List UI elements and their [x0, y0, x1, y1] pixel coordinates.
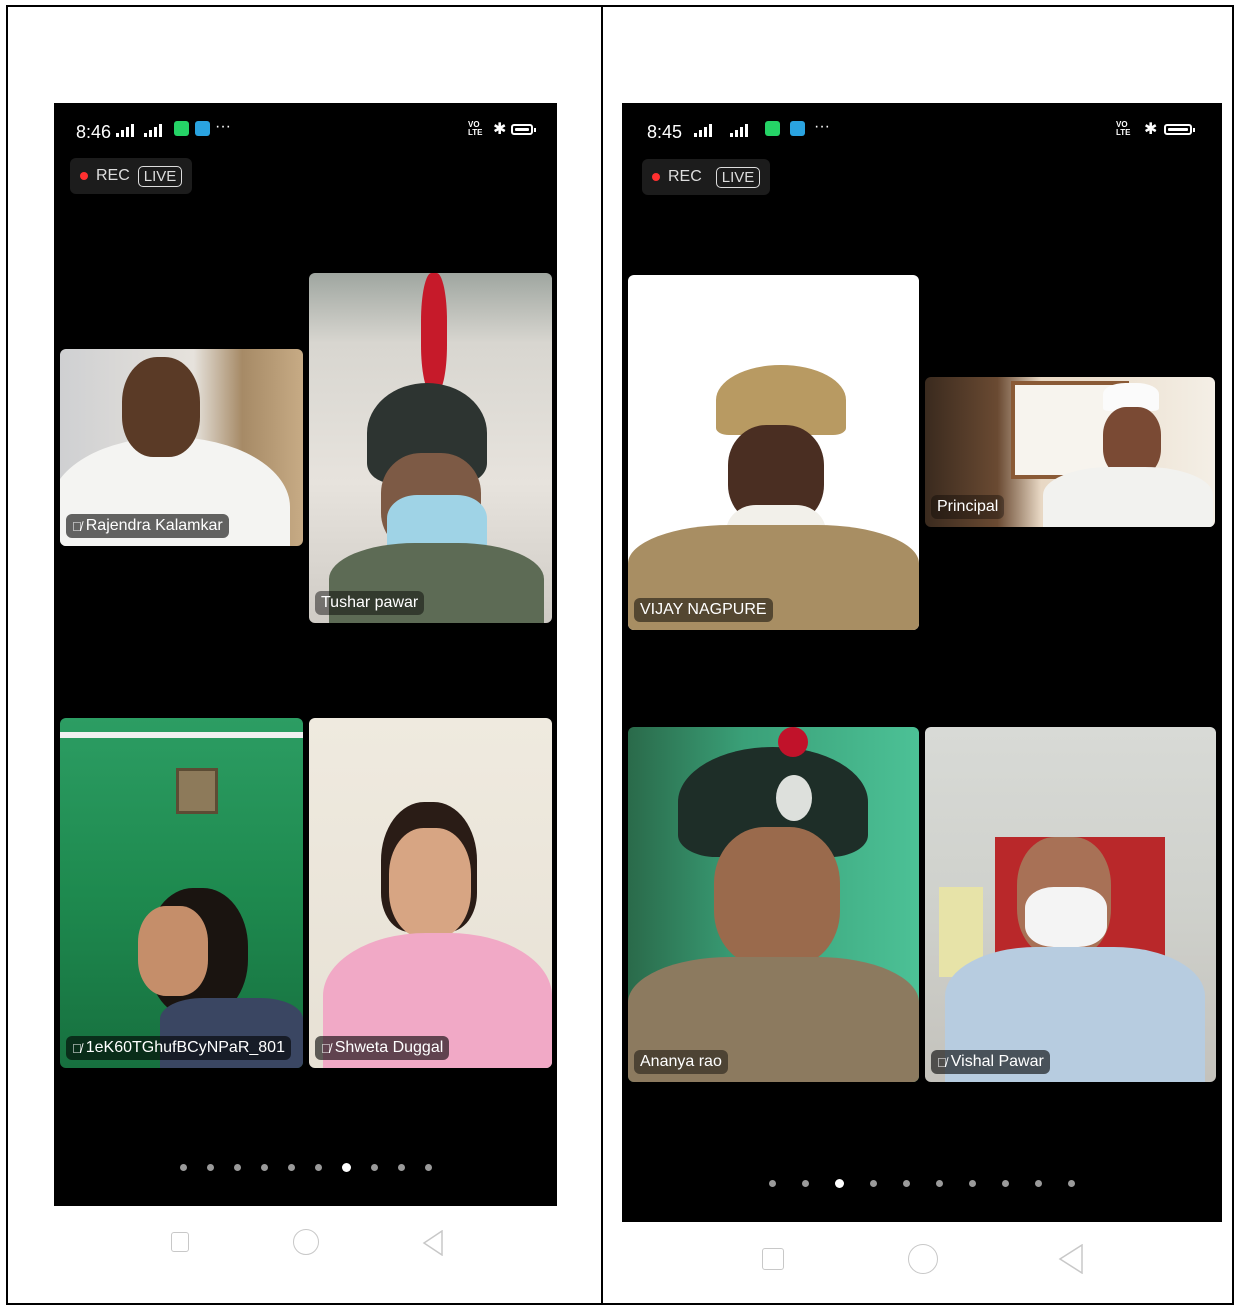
right-phone-screen: 8:45 ··· VO LTE ✱ REC LIVE VIJAY NAGPURE … — [622, 103, 1222, 1222]
participant-video — [778, 727, 808, 757]
participant-name: Shweta Duggal — [334, 1039, 444, 1056]
signal-icon — [116, 123, 134, 137]
participant-video — [1025, 887, 1107, 947]
page-dot[interactable] — [769, 1180, 776, 1187]
participant-name-tag: 🎙̸ Rajendra Kalamkar — [66, 514, 229, 538]
page-indicator[interactable] — [54, 1163, 557, 1172]
video-tile[interactable]: 🎙̸ 1eK60TGhufBCyNPaR_801 — [60, 718, 303, 1068]
participant-name: Rajendra Kalamkar — [85, 517, 223, 534]
participant-name: Tushar pawar — [321, 594, 419, 611]
page-dot[interactable] — [1068, 1180, 1075, 1187]
page-dot[interactable] — [936, 1180, 943, 1187]
participant-video — [176, 768, 218, 814]
participant-name: Ananya rao — [640, 1053, 722, 1070]
video-tile[interactable]: 🎙̸ Shweta Duggal — [309, 718, 552, 1068]
rec-label: REC — [668, 168, 702, 185]
page-dot[interactable] — [397, 1164, 405, 1171]
bluetooth-icon: ✱ — [493, 121, 507, 138]
page-dot[interactable] — [341, 1163, 351, 1172]
signal-icon — [730, 123, 748, 137]
mic-muted-icon: 🎙̸ — [937, 1054, 947, 1070]
rec-dot-icon — [652, 173, 660, 181]
nav-home-icon[interactable] — [908, 1244, 938, 1274]
telegram-icon — [195, 121, 210, 136]
nav-recents-icon[interactable] — [762, 1248, 784, 1270]
whatsapp-icon — [174, 121, 189, 136]
participant-video — [389, 828, 471, 938]
participant-video — [1043, 467, 1213, 527]
participant-name: Vishal Pawar — [950, 1053, 1044, 1070]
live-badge: LIVE — [715, 166, 761, 188]
page-dot[interactable] — [206, 1164, 214, 1171]
more-notifications-icon: ··· — [814, 118, 830, 135]
recording-status: REC LIVE — [70, 158, 193, 194]
video-tile[interactable]: 🎙̸ Vishal Pawar — [925, 727, 1216, 1082]
page-dot[interactable] — [1002, 1180, 1009, 1187]
clock: 8:45 — [647, 122, 683, 142]
telegram-icon — [790, 121, 805, 136]
rec-label: REC — [96, 167, 130, 184]
mic-muted-icon: 🎙̸ — [72, 518, 82, 534]
whatsapp-icon — [765, 121, 780, 136]
page-dot[interactable] — [370, 1164, 378, 1171]
nav-back-icon[interactable] — [1058, 1243, 1084, 1279]
participant-name-tag: 🎙̸ Shweta Duggal — [315, 1036, 450, 1060]
participant-name-tag: Principal — [931, 495, 1005, 519]
nav-recents-icon[interactable] — [171, 1232, 189, 1252]
bluetooth-icon: ✱ — [1144, 121, 1158, 138]
battery-icon — [511, 124, 536, 135]
page-dot[interactable] — [802, 1180, 809, 1187]
volte-icon: VO LTE — [1116, 120, 1131, 137]
participant-video — [138, 906, 208, 996]
participant-name-tag: VIJAY NAGPURE — [634, 598, 773, 622]
participant-name-tag: 🎙̸ Vishal Pawar — [931, 1050, 1050, 1074]
mic-muted-icon: 🎙̸ — [321, 1040, 331, 1056]
more-notifications-icon: ··· — [215, 118, 231, 135]
page-dot[interactable] — [903, 1180, 910, 1187]
live-badge: LIVE — [137, 165, 183, 187]
recording-status: REC LIVE — [642, 159, 771, 195]
participant-video — [776, 775, 812, 821]
nav-home-icon[interactable] — [293, 1229, 319, 1255]
video-tile[interactable]: Principal — [925, 377, 1215, 527]
panel-divider — [601, 5, 603, 1305]
page-dot[interactable] — [1035, 1180, 1042, 1187]
volte-icon: VO LTE — [468, 120, 483, 137]
participant-name-tag: Ananya rao — [634, 1050, 728, 1074]
participant-video — [714, 827, 840, 967]
participant-name: 1eK60TGhufBCyNPaR_801 — [85, 1039, 285, 1056]
battery-icon — [1164, 124, 1195, 135]
video-tile[interactable]: 🎙̸ Rajendra Kalamkar — [60, 349, 303, 546]
page-dot[interactable] — [969, 1180, 976, 1187]
participant-video — [122, 357, 200, 457]
signal-icon — [144, 123, 162, 137]
page-dot[interactable] — [179, 1164, 187, 1171]
page-indicator[interactable] — [622, 1179, 1222, 1188]
page-dot[interactable] — [835, 1179, 844, 1188]
participant-name: Principal — [937, 498, 999, 515]
page-dot[interactable] — [260, 1164, 268, 1171]
nav-back-icon[interactable] — [422, 1229, 444, 1261]
video-tile[interactable]: VIJAY NAGPURE — [628, 275, 919, 630]
page-dot[interactable] — [870, 1180, 877, 1187]
participant-video — [421, 273, 447, 393]
clock: 8:46 — [76, 122, 112, 142]
page-dot[interactable] — [233, 1164, 241, 1171]
participant-video — [60, 732, 303, 738]
page-dot[interactable] — [424, 1164, 432, 1171]
participant-name: VIJAY NAGPURE — [640, 601, 767, 618]
participant-name-tag: Tushar pawar — [315, 591, 425, 615]
rec-dot-icon — [80, 172, 88, 180]
left-phone-screen: 8:46 ··· VO LTE ✱ REC LIVE 🎙̸ Rajendra Ka… — [54, 103, 557, 1206]
mic-muted-icon: 🎙̸ — [72, 1040, 82, 1056]
status-bar: 8:46 ··· VO LTE ✱ — [54, 103, 557, 155]
status-bar: 8:45 ··· VO LTE ✱ — [622, 103, 1222, 155]
video-tile[interactable]: Ananya rao — [628, 727, 919, 1082]
participant-name-tag: 🎙̸ 1eK60TGhufBCyNPaR_801 — [66, 1036, 291, 1060]
page-dot[interactable] — [314, 1164, 322, 1171]
video-tile[interactable]: Tushar pawar — [309, 273, 552, 623]
page-dot[interactable] — [287, 1164, 295, 1171]
signal-icon — [694, 123, 712, 137]
